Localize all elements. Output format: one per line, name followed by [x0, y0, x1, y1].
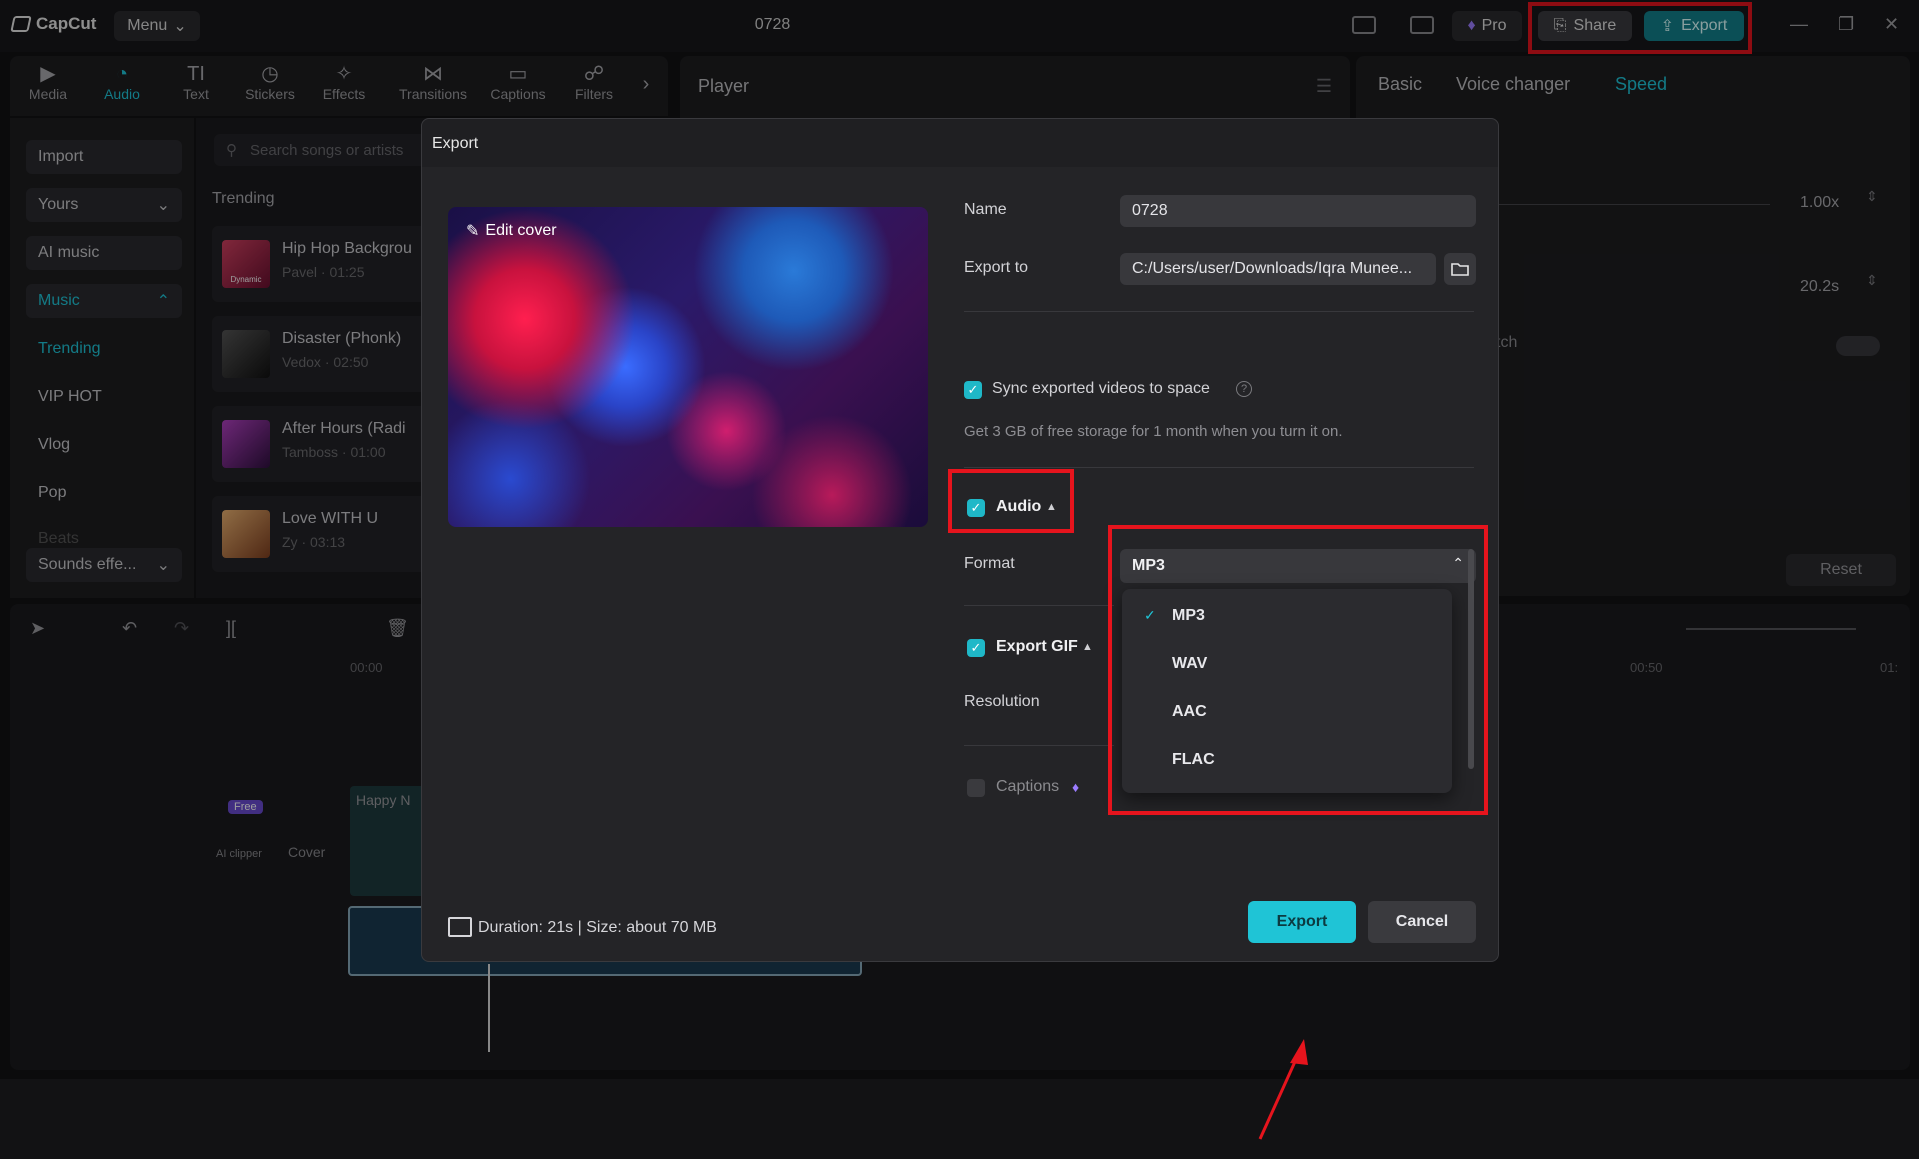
export-to-label: Export to: [964, 259, 1028, 277]
export-gif-checkbox[interactable]: ✓: [967, 639, 985, 657]
format-label: Format: [964, 555, 1015, 573]
cancel-button[interactable]: Cancel: [1368, 901, 1476, 943]
export-info: Duration: 21s | Size: about 70 MB: [478, 919, 717, 937]
sync-label: Sync exported videos to space: [992, 380, 1210, 398]
help-icon[interactable]: ?: [1236, 381, 1252, 397]
name-label: Name: [964, 201, 1007, 219]
browse-folder-button[interactable]: [1444, 253, 1476, 285]
export-dialog: Export ✎ Edit cover Name 0728 Export to …: [421, 118, 1499, 962]
diamond-icon: ♦: [1072, 779, 1079, 795]
caret-up-icon[interactable]: ▲: [1082, 641, 1093, 653]
pencil-icon: ✎: [466, 221, 479, 241]
folder-icon: [1451, 262, 1469, 276]
export-path-input[interactable]: C:/Users/user/Downloads/Iqra Munee...: [1120, 253, 1436, 285]
annotation-arrow: [1252, 919, 1312, 1159]
name-value: 0728: [1132, 202, 1168, 220]
dialog-title: Export: [432, 135, 478, 153]
edit-cover-button[interactable]: ✎ Edit cover: [466, 221, 557, 241]
cover-preview[interactable]: ✎ Edit cover: [448, 207, 928, 527]
divider: [964, 745, 1114, 746]
sync-hint: Get 3 GB of free storage for 1 month whe…: [964, 423, 1343, 440]
divider: [964, 311, 1474, 312]
highlight-box-audio: [948, 469, 1074, 533]
export-gif-label[interactable]: Export GIF: [996, 638, 1078, 656]
name-input[interactable]: 0728: [1120, 195, 1476, 227]
export-path-value: C:/Users/user/Downloads/Iqra Munee...: [1132, 260, 1412, 278]
sync-checkbox[interactable]: ✓: [964, 381, 982, 399]
captions-label: Captions: [996, 778, 1059, 796]
edit-cover-label: Edit cover: [485, 222, 556, 240]
dialog-header: Export: [422, 119, 1498, 167]
film-icon: [448, 917, 472, 937]
resolution-label: Resolution: [964, 693, 1040, 711]
divider: [964, 605, 1114, 606]
captions-checkbox[interactable]: [967, 779, 985, 797]
divider: [964, 467, 1474, 468]
highlight-box-format: [1108, 525, 1488, 815]
